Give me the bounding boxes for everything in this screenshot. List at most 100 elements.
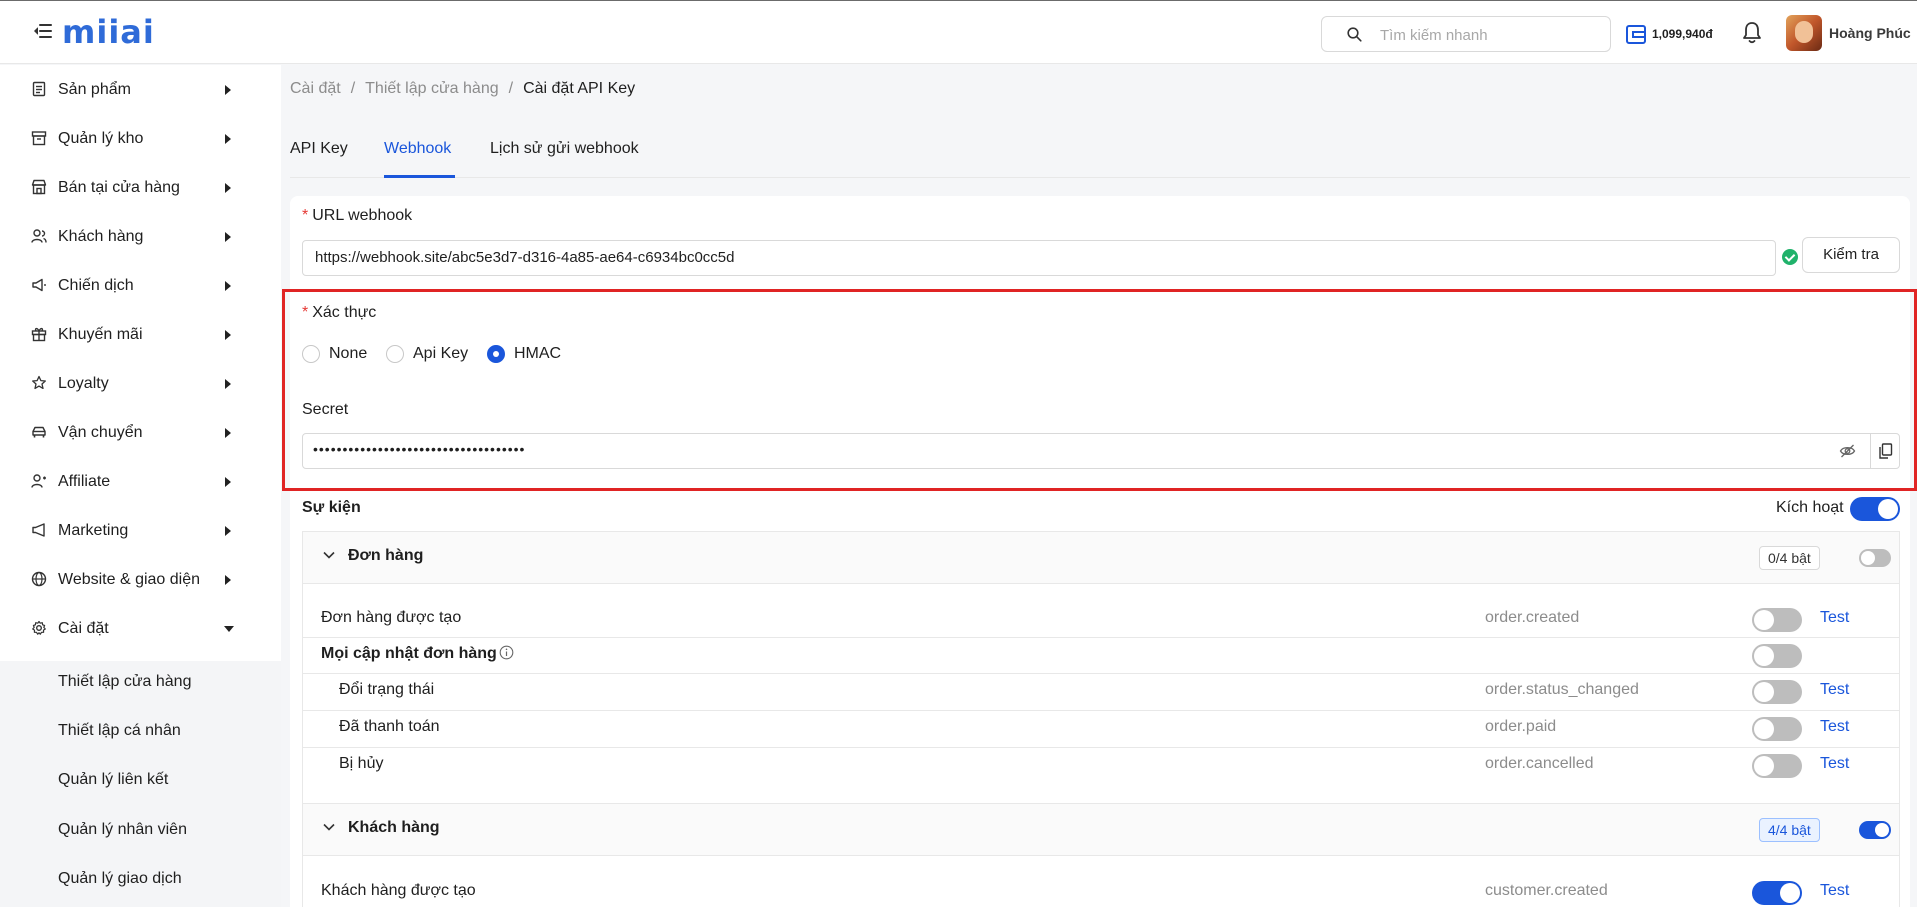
- sidebar-item-inventory[interactable]: Quản lý kho: [0, 114, 281, 163]
- user-menu[interactable]: Hoàng Phúc: [1786, 15, 1911, 51]
- gift-icon: [31, 327, 47, 342]
- sidebar-item-campaigns[interactable]: Chiến dịch: [0, 261, 281, 310]
- archive-icon: [31, 131, 47, 146]
- tab-api-key[interactable]: API Key: [290, 140, 348, 158]
- breadcrumb-item[interactable]: Thiết lập cửa hàng: [365, 80, 498, 98]
- caret-down-icon: [224, 625, 234, 632]
- sidebar-item-customers[interactable]: Khách hàng: [0, 212, 281, 261]
- box-icon: [32, 81, 46, 97]
- event-toggle[interactable]: [1752, 644, 1802, 668]
- sidebar-item-marketing[interactable]: Marketing: [0, 506, 281, 555]
- sidebar-item-label: Loyalty: [58, 374, 109, 392]
- sidebar-item-label: Khách hàng: [58, 227, 144, 245]
- top-header: miiai 1,099,940đ Hoàng Phúc: [0, 0, 1917, 64]
- store-icon: [31, 179, 47, 195]
- auth-section-highlight: [282, 289, 1917, 491]
- event-code: order.created: [1485, 609, 1580, 626]
- sidebar-item-label: Khuyến mãi: [58, 325, 143, 343]
- test-event-link[interactable]: Test: [1820, 681, 1849, 699]
- users-icon: [31, 229, 47, 243]
- sidebar-item-label: Website & giao diện: [58, 570, 201, 588]
- event-toggle[interactable]: [1752, 881, 1802, 905]
- breadcrumb-current: Cài đặt API Key: [523, 80, 636, 97]
- group-toggle[interactable]: [1859, 821, 1891, 839]
- event-toggle[interactable]: [1752, 717, 1802, 741]
- event-toggle[interactable]: [1752, 754, 1802, 778]
- check-url-button[interactable]: Kiểm tra: [1802, 237, 1900, 273]
- enabled-count-badge: 0/4 bật: [1759, 546, 1820, 570]
- submenu-item-transactions[interactable]: Quản lý giao dịch: [58, 870, 182, 888]
- test-event-link[interactable]: Test: [1820, 609, 1849, 627]
- sidebar-item-label: Vận chuyển: [58, 423, 143, 441]
- active-tab-indicator: [384, 175, 455, 178]
- event-code: order.status_changed: [1485, 681, 1639, 698]
- menu-icon[interactable]: [34, 23, 52, 39]
- event-row-order-cancelled: Bị hủy order.cancelled Test: [303, 748, 1899, 785]
- sidebar-item-website[interactable]: Website & giao diện: [0, 555, 281, 604]
- group-toggle[interactable]: [1859, 549, 1891, 567]
- submenu-item-personal-setup[interactable]: Thiết lập cá nhân: [58, 722, 181, 740]
- search-icon: [1347, 27, 1362, 42]
- info-icon: [499, 645, 514, 660]
- event-name: Đã thanh toán: [339, 718, 440, 735]
- sidebar-item-pos[interactable]: Bán tại cửa hàng: [0, 163, 281, 212]
- test-event-link[interactable]: Test: [1820, 882, 1849, 900]
- event-row-customer-created: Khách hàng được tạo customer.created Tes…: [303, 875, 1899, 907]
- sidebar-item-loyalty[interactable]: Loyalty: [0, 359, 281, 408]
- caret-right-icon: [225, 427, 231, 438]
- sidebar-item-shipping[interactable]: Vận chuyển: [0, 408, 281, 457]
- event-name: Khách hàng được tạo: [321, 882, 476, 899]
- tab-bar: API Key Webhook Lịch sử gửi webhook: [290, 126, 1910, 178]
- chevron-down-icon[interactable]: [323, 551, 335, 559]
- event-group-header[interactable]: Đơn hàng 0/4 bật: [303, 532, 1899, 584]
- affiliate-icon: [31, 474, 46, 488]
- sidebar-item-label: Sản phẩm: [58, 80, 131, 98]
- bell-icon[interactable]: [1741, 21, 1763, 45]
- app-logo[interactable]: miiai: [62, 15, 155, 49]
- submenu-item-staff[interactable]: Quản lý nhân viên: [58, 821, 187, 839]
- event-toggle[interactable]: [1752, 680, 1802, 704]
- event-group-header[interactable]: Khách hàng 4/4 bật: [303, 804, 1899, 856]
- event-code: order.cancelled: [1485, 755, 1594, 772]
- enabled-count-badge: 4/4 bật: [1759, 818, 1820, 842]
- test-event-link[interactable]: Test: [1820, 718, 1849, 736]
- event-group-customers: Khách hàng 4/4 bật Khách hàng được tạo c…: [302, 803, 1900, 907]
- sidebar-item-promotions[interactable]: Khuyến mãi: [0, 310, 281, 359]
- search-input[interactable]: [1380, 24, 1600, 46]
- wallet-balance[interactable]: 1,099,940đ: [1626, 23, 1713, 45]
- sidebar-item-label: Quản lý kho: [58, 129, 144, 147]
- sidebar-item-label: Affiliate: [58, 472, 111, 490]
- quick-search[interactable]: [1321, 16, 1611, 52]
- breadcrumb-item[interactable]: Cài đặt: [290, 80, 341, 98]
- tab-webhook-history[interactable]: Lịch sử gửi webhook: [490, 140, 639, 158]
- submenu-item-links[interactable]: Quản lý liên kết: [58, 771, 168, 789]
- breadcrumb-separator: /: [350, 80, 356, 97]
- event-group-title: Khách hàng: [348, 819, 440, 836]
- event-name: Mọi cập nhật đơn hàng: [321, 645, 514, 663]
- events-active-toggle[interactable]: [1850, 497, 1900, 521]
- event-row-order-paid: Đã thanh toán order.paid Test: [303, 711, 1899, 748]
- sidebar-item-affiliate[interactable]: Affiliate: [0, 457, 281, 506]
- caret-right-icon: [225, 84, 231, 95]
- caret-right-icon: [225, 574, 231, 585]
- avatar: [1786, 15, 1822, 51]
- chevron-down-icon[interactable]: [323, 823, 335, 831]
- url-webhook-input[interactable]: https://webhook.site/abc5e3d7-d316-4a85-…: [302, 240, 1776, 276]
- submenu-item-store-setup[interactable]: Thiết lập cửa hàng: [58, 673, 191, 691]
- event-name: Đổi trạng thái: [339, 681, 435, 698]
- event-row-order-all-updates: Mọi cập nhật đơn hàng: [303, 638, 1899, 674]
- breadcrumb-separator: /: [508, 80, 514, 97]
- event-row-order-created: Đơn hàng được tạo order.created Test: [303, 602, 1899, 638]
- event-toggle[interactable]: [1752, 608, 1802, 632]
- caret-right-icon: [225, 231, 231, 242]
- test-event-link[interactable]: Test: [1820, 755, 1849, 773]
- sidebar-item-settings[interactable]: Cài đặt: [0, 604, 281, 653]
- caret-right-icon: [225, 280, 231, 291]
- tab-webhook[interactable]: Webhook: [384, 140, 451, 158]
- car-icon: [32, 426, 46, 438]
- event-row-order-status-changed: Đổi trạng thái order.status_changed Test: [303, 674, 1899, 711]
- caret-right-icon: [225, 378, 231, 389]
- event-code: order.paid: [1485, 718, 1557, 735]
- event-code: customer.created: [1485, 882, 1608, 899]
- sidebar-item-products[interactable]: Sản phẩm: [0, 65, 281, 114]
